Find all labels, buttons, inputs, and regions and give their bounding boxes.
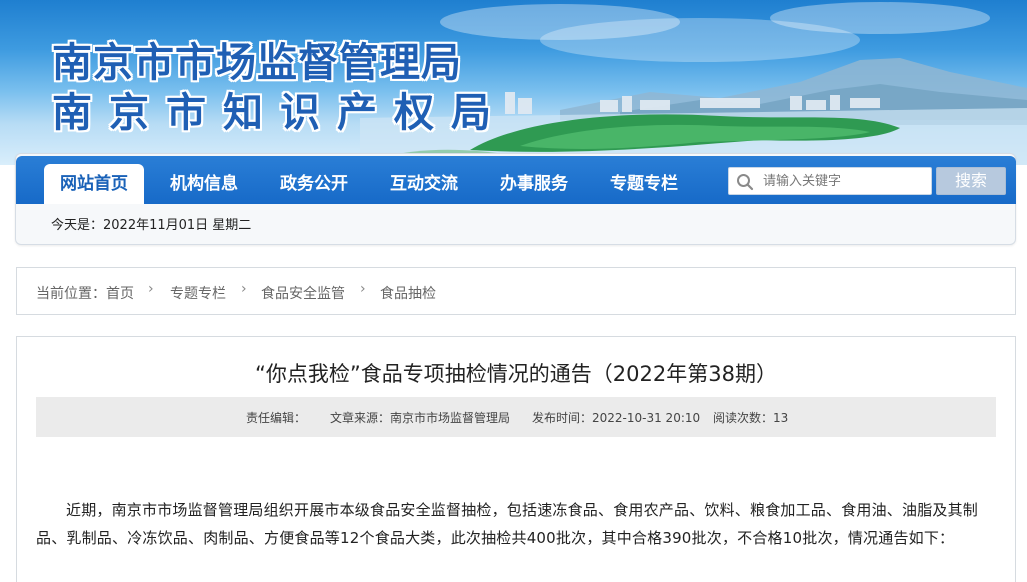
meta-source: 文章来源：南京市市场监督管理局 xyxy=(330,411,511,425)
nav-item-interaction[interactable]: 互动交流 xyxy=(374,164,474,204)
article-title: “你点我检”食品专项抽检情况的通告（2022年第38期） xyxy=(255,362,777,386)
search-box xyxy=(728,167,932,195)
meta-publish-time: 发布时间：2022-10-31 20:10 xyxy=(532,411,701,425)
breadcrumb-food-sampling[interactable]: 食品抽检 xyxy=(380,283,436,303)
article-meta-bar xyxy=(36,397,996,437)
meta-view-count: 阅读次数：13 xyxy=(713,411,789,425)
breadcrumb-separator: › xyxy=(360,281,366,297)
search-icon xyxy=(737,174,754,191)
meta-editor: 责任编辑： xyxy=(246,411,307,425)
article-paragraph: 近期，南京市市场监督管理局组织开展市本级食品安全监督抽检，包括速冻食品、食用农产… xyxy=(36,501,979,547)
nav-item-home[interactable]: 网站首页 xyxy=(44,164,144,204)
breadcrumb xyxy=(16,267,1016,315)
nav-item-special-topics[interactable]: 专题专栏 xyxy=(594,164,694,204)
nav-item-services[interactable]: 办事服务 xyxy=(484,164,584,204)
breadcrumb-special-topics[interactable]: 专题专栏 xyxy=(170,283,226,303)
search-input[interactable] xyxy=(763,170,928,192)
nav-item-organization[interactable]: 机构信息 xyxy=(154,164,254,204)
search-button[interactable]: 搜索 xyxy=(936,167,1006,195)
breadcrumb-label: 当前位置： xyxy=(36,286,106,302)
breadcrumb-home[interactable]: 首页 xyxy=(106,283,134,303)
breadcrumb-food-safety[interactable]: 食品安全监管 xyxy=(261,283,345,303)
nav-item-government-affairs[interactable]: 政务公开 xyxy=(264,164,364,204)
current-date: 今天是：2022年11月01日 星期二 xyxy=(51,218,252,233)
header-banner: 南京市市场监督管理局 南京市知识产权局 xyxy=(0,0,1027,165)
banner-title-line2: 南京市知识产权局 xyxy=(52,89,508,136)
breadcrumb-separator: › xyxy=(241,281,247,297)
breadcrumb-separator: › xyxy=(148,281,154,297)
